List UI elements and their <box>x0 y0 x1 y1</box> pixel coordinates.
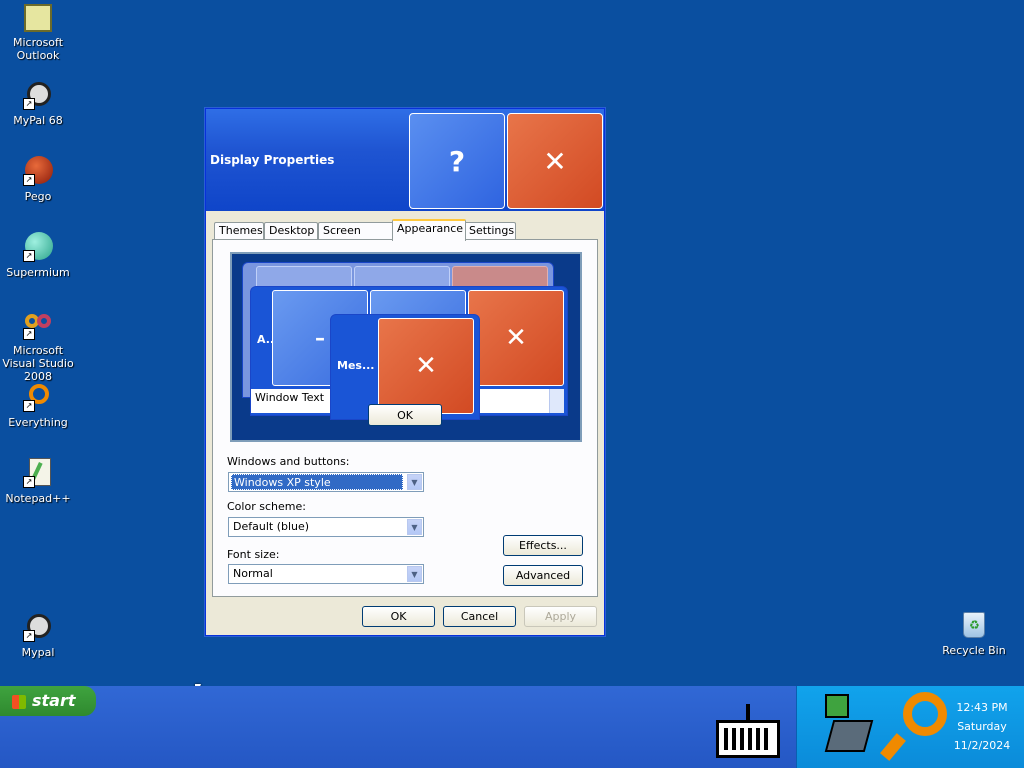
font-size-select[interactable]: Normal ▼ <box>228 564 424 584</box>
font-size-value: Normal <box>233 567 273 580</box>
shortcut-arrow-icon: ↗ <box>23 98 35 110</box>
desktop-icon-mypal68[interactable]: ↗ MyPal 68 <box>0 80 76 127</box>
appearance-panel: A.. Window Text – ✕ Mes... ✕ OK Windows … <box>212 239 598 597</box>
desktop-icon-mypal[interactable]: ↗ Mypal <box>0 612 76 659</box>
windows-buttons-select[interactable]: Windows XP style ▼ <box>228 472 424 492</box>
desktop-icon-notepadpp[interactable]: ↗ Notepad++ <box>0 458 76 505</box>
window-title: Display Properties <box>210 153 335 167</box>
shortcut-arrow-icon: ↗ <box>23 630 35 642</box>
preview-window-text: Window Text <box>255 391 325 404</box>
clock-day: Saturday <box>957 720 1007 733</box>
desktop-icon-label: Pego <box>24 190 52 203</box>
help-icon: ? <box>448 144 466 178</box>
windows-buttons-label: Windows and buttons: <box>227 455 350 468</box>
close-button[interactable]: ✕ <box>507 113 603 209</box>
notepad-icon: ↗ <box>23 458 53 488</box>
chevron-down-icon[interactable]: ▼ <box>407 566 422 582</box>
tab-appearance[interactable]: Appearance <box>392 219 466 241</box>
preview-ok-button: OK <box>368 404 442 426</box>
preview-close-button: ✕ <box>468 290 564 386</box>
shortcut-arrow-icon: ↗ <box>23 250 35 262</box>
color-scheme-label: Color scheme: <box>227 500 306 513</box>
desktop-icon-label: Recycle Bin <box>942 644 1006 657</box>
shortcut-arrow-icon: ↗ <box>23 174 35 186</box>
advanced-button[interactable]: Advanced <box>503 565 583 586</box>
desktop-icon-label: Supermium <box>6 266 70 279</box>
color-scheme-value: Default (blue) <box>233 520 310 533</box>
clock-date: 11/2/2024 <box>953 739 1011 752</box>
tab-screen-saver[interactable]: Screen Saver <box>318 222 396 253</box>
tab-settings[interactable]: Settings <box>464 222 516 239</box>
raccoon-icon: ↗ <box>23 80 53 110</box>
desktop-icon-everything[interactable]: ↗ Everything <box>0 382 76 429</box>
supermium-icon: ↗ <box>23 232 53 262</box>
title-bar[interactable]: Display Properties ? ✕ <box>206 109 604 211</box>
chevron-down-icon[interactable]: ▼ <box>407 519 422 535</box>
desktop-icon-label: Microsoft Visual Studio 2008 <box>2 344 74 383</box>
tab-themes[interactable]: Themes <box>214 222 264 239</box>
chevron-down-icon[interactable]: ▼ <box>407 474 422 490</box>
cancel-button[interactable]: Cancel <box>443 606 516 627</box>
color-scheme-select[interactable]: Default (blue) ▼ <box>228 517 424 537</box>
pego-icon: ↗ <box>23 156 53 186</box>
shortcut-arrow-icon: ↗ <box>23 328 35 340</box>
desktop-icon-outlook[interactable]: Microsoft Outlook <box>0 4 76 62</box>
desktop-icon-recycle-bin[interactable]: ♻ Recycle Bin <box>936 610 1012 657</box>
clock-time[interactable]: 12:43 PM <box>952 701 1012 714</box>
keyboard-icon[interactable] <box>716 704 780 758</box>
windows-buttons-value: Windows XP style <box>231 474 403 490</box>
recycle-bin-icon: ♻ <box>961 610 987 640</box>
desktop-icon-pego[interactable]: ↗ Pego <box>0 156 76 203</box>
appearance-preview: A.. Window Text – ✕ Mes... ✕ OK <box>230 252 582 442</box>
everything-icon: ↗ <box>23 382 53 412</box>
tab-desktop[interactable]: Desktop <box>264 222 318 239</box>
desktop-icon-label: Microsoft Outlook <box>12 36 64 62</box>
taskbar: start 12:43 PM Saturday 11/2/2024 <box>0 686 1024 768</box>
desktop-icon-label: Notepad++ <box>5 492 71 505</box>
visual-studio-icon: ↗ <box>23 310 53 340</box>
search-icon[interactable] <box>880 692 951 762</box>
desktop-icon-supermium[interactable]: ↗ Supermium <box>0 232 76 279</box>
font-size-label: Font size: <box>227 548 280 561</box>
ok-button[interactable]: OK <box>362 606 435 627</box>
start-button[interactable]: start <box>0 686 96 716</box>
desktop-icon-label: MyPal 68 <box>13 114 63 127</box>
network-icon[interactable] <box>815 694 874 758</box>
desktop-icon-label: Mypal <box>21 646 55 659</box>
start-label: start <box>32 691 76 710</box>
outlook-icon <box>24 4 52 32</box>
apply-button[interactable]: Apply <box>524 606 597 627</box>
windows-logo-icon <box>12 694 26 709</box>
preview-scrollbar <box>549 389 564 413</box>
display-properties-window: Display Properties ? ✕ Themes Desktop Sc… <box>205 108 605 636</box>
help-button[interactable]: ? <box>409 113 505 209</box>
desktop-icon-label: Everything <box>8 416 68 429</box>
shortcut-arrow-icon: ↗ <box>23 400 35 412</box>
preview-message-close-button: ✕ <box>378 318 474 414</box>
effects-button[interactable]: Effects... <box>503 535 583 556</box>
desktop-icon-visual-studio[interactable]: ↗ Microsoft Visual Studio 2008 <box>0 310 76 383</box>
close-icon: ✕ <box>543 144 567 178</box>
preview-message-title: Mes... <box>337 359 375 372</box>
shortcut-arrow-icon: ↗ <box>23 476 35 488</box>
raccoon-icon: ↗ <box>23 612 53 642</box>
